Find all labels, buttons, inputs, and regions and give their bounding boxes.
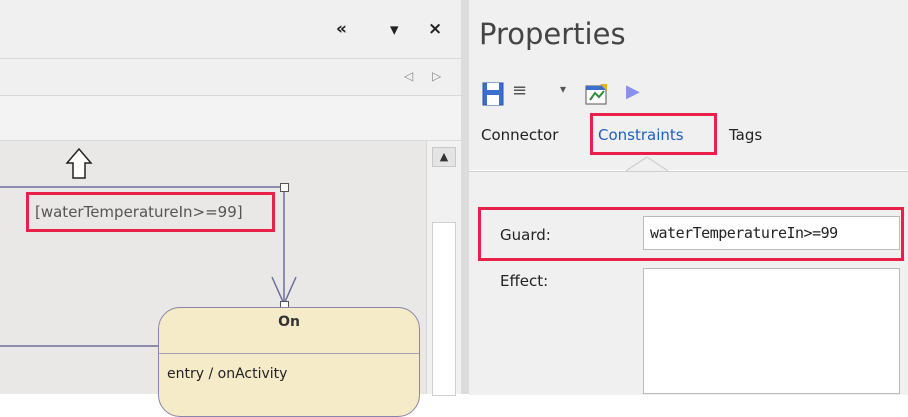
effect-label: Effect: [500, 272, 549, 290]
scroll-up-button[interactable]: ▲ [432, 147, 456, 167]
properties-window-icon[interactable] [585, 82, 609, 106]
selected-tab-pointer [626, 157, 668, 172]
effect-field[interactable] [643, 268, 900, 394]
chevron-down-icon[interactable]: ▾ [390, 20, 399, 40]
state-entry-action: entry / onActivity [167, 366, 288, 382]
guard-condition-label[interactable]: [waterTemperatureIn>=99] [26, 192, 275, 232]
tab-connector[interactable]: Connector [481, 126, 558, 144]
scroll-thumb[interactable] [432, 222, 456, 396]
diagram-toolbar-strip [0, 96, 461, 141]
constraints-highlight [590, 113, 717, 155]
guard-highlight [478, 207, 904, 261]
tab-next-icon[interactable]: ▷ [432, 69, 441, 83]
chevron-down-icon[interactable]: ▾ [560, 82, 566, 96]
save-icon[interactable] [482, 82, 504, 106]
up-arrow-icon [65, 147, 93, 179]
run-icon[interactable]: ▶ [626, 81, 640, 102]
tab-prev-icon[interactable]: ◁ [404, 69, 413, 83]
diagram-tab-bar [0, 59, 461, 96]
collapse-icon[interactable]: « [336, 19, 347, 39]
selection-handle[interactable] [280, 183, 289, 192]
state-divider [159, 353, 419, 354]
pane-divider[interactable] [461, 0, 469, 394]
tab-tags[interactable]: Tags [729, 126, 762, 144]
state-name: On [278, 314, 300, 330]
properties-title: Properties [479, 17, 626, 51]
close-icon[interactable]: × [428, 19, 442, 39]
menu-icon[interactable]: ≡ [512, 80, 527, 101]
